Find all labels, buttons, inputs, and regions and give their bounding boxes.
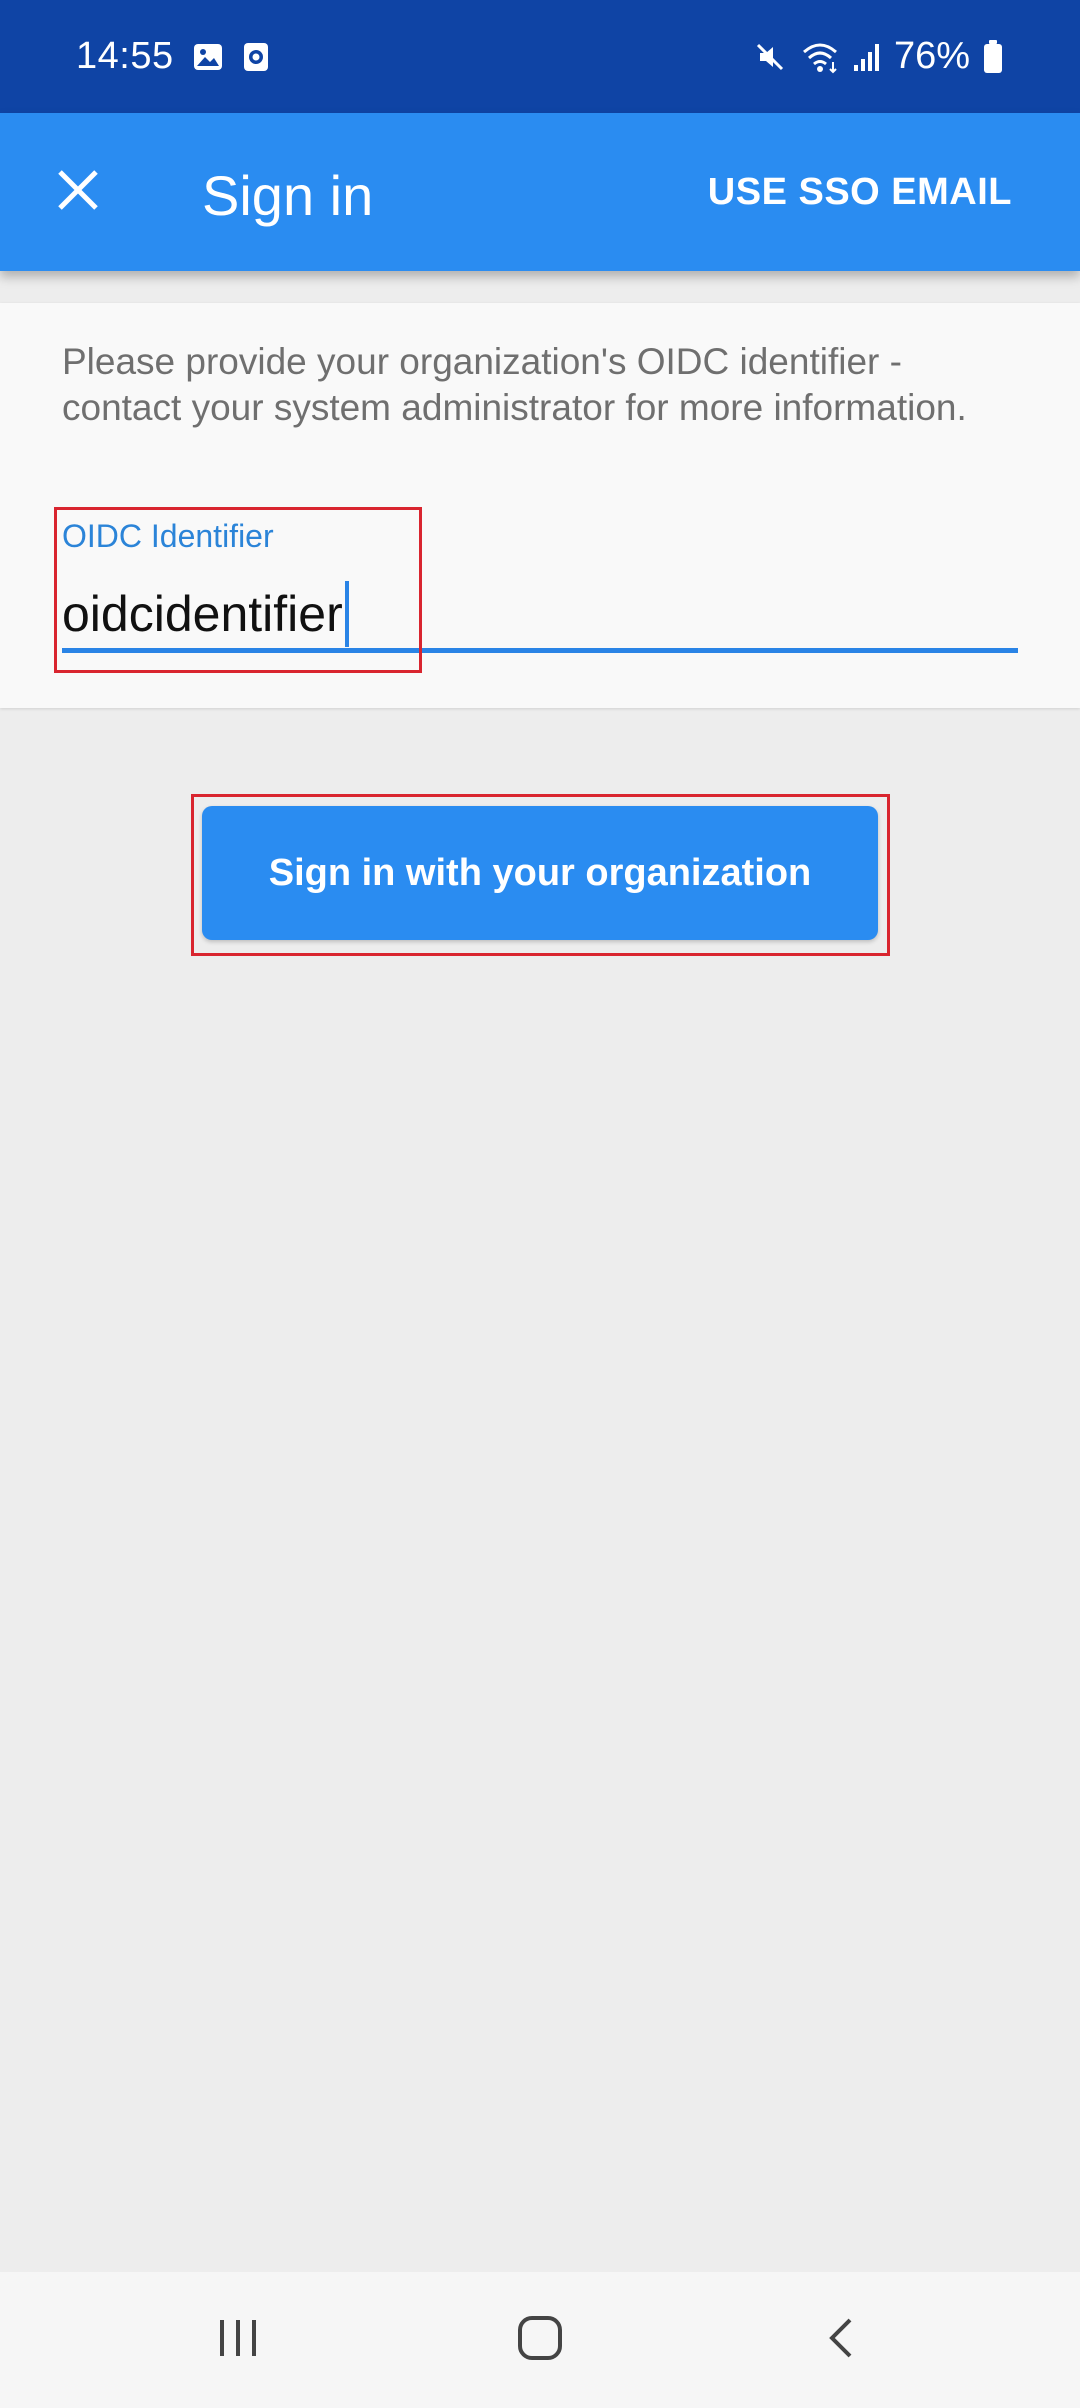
- mute-icon: [752, 39, 788, 75]
- page-title: Sign in: [202, 164, 374, 227]
- close-icon: [56, 168, 100, 217]
- oidc-form-card: Please provide your organization's OIDC …: [0, 303, 1080, 708]
- wifi-icon: [800, 40, 840, 74]
- status-left: 14:55: [76, 35, 270, 78]
- highlight-box-button: [191, 794, 890, 956]
- gallery-icon: [192, 41, 224, 73]
- home-button[interactable]: [480, 2300, 600, 2380]
- battery-icon: [982, 39, 1004, 75]
- use-sso-email-button[interactable]: USE SSO EMAIL: [708, 171, 1012, 214]
- back-icon: [820, 2314, 864, 2367]
- home-icon: [516, 2314, 564, 2367]
- system-nav-bar: [0, 2272, 1080, 2408]
- screen-recorder-icon: [242, 41, 270, 73]
- status-bar: 14:55 76%: [0, 0, 1080, 113]
- app-bar: Sign in USE SSO EMAIL: [0, 113, 1080, 271]
- close-button[interactable]: [40, 156, 116, 228]
- back-button[interactable]: [782, 2300, 902, 2380]
- recents-icon: [216, 2316, 260, 2365]
- signal-icon: [852, 41, 882, 73]
- recents-button[interactable]: [178, 2300, 298, 2380]
- battery-percent: 76%: [893, 35, 970, 77]
- status-time: 14:55: [76, 35, 174, 77]
- status-right: 76%: [752, 35, 1004, 78]
- highlight-box-input: [54, 507, 422, 673]
- info-text: Please provide your organization's OIDC …: [62, 341, 967, 428]
